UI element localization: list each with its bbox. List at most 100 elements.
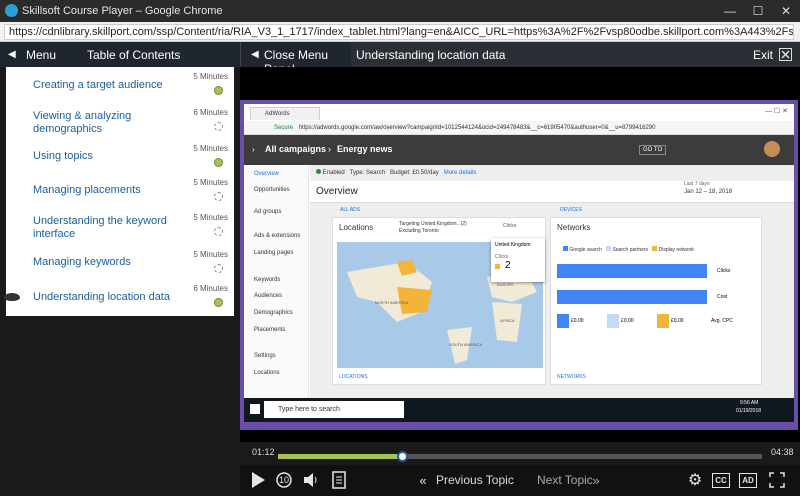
toc-item[interactable]: Viewing & analyzing demographics 6 Minut… (6, 108, 234, 142)
toc-item-duration: 5 Minutes (193, 144, 228, 153)
adw-nav-item: Locations (254, 370, 280, 376)
toc-item-duration: 5 Minutes (193, 213, 228, 222)
window-title: Skillsoft Course Player – Google Chrome (22, 5, 223, 17)
menu-arrow-icon[interactable]: ◀ (8, 49, 16, 60)
adwords-sidebar: Overview Opportunities Ad groups Ads & e… (244, 165, 309, 398)
toc-item-duration: 5 Minutes (193, 178, 228, 187)
previous-topic-icon[interactable]: « (412, 469, 434, 491)
adwords-main: Enabled Type: Search Budget: £0.50/day M… (310, 165, 794, 398)
locations-title: Locations (339, 223, 374, 232)
time-total: 04:38 (771, 447, 794, 457)
close-menu-panel-button[interactable]: ◀ Close Menu Panel (240, 42, 351, 76)
networks-card: Networks Google search Search partners D… (550, 217, 762, 385)
seek-thumb[interactable] (397, 451, 409, 462)
play-icon[interactable] (246, 469, 268, 491)
tooltip-swatch (495, 264, 500, 269)
current-topic-title: Understanding location data (356, 48, 506, 62)
network-value: £0.00 (621, 318, 634, 324)
adw-nav-item: Demographics (254, 310, 293, 316)
seek-track[interactable] (278, 451, 762, 462)
network-bar (557, 314, 569, 328)
adw-nav-item: Landing pages (254, 250, 294, 256)
fullscreen-icon[interactable] (766, 469, 788, 491)
goto-label: GO TO (639, 145, 667, 155)
toc-header: ◀ Menu Table of Contents (0, 42, 240, 67)
incomplete-status-icon (214, 122, 223, 131)
secure-label: Secure (274, 125, 294, 131)
toc-list: Creating a target audience 5 Minutes Vie… (4, 67, 234, 318)
adw-nav-item: Ads & extensions (254, 233, 301, 239)
toc-item[interactable]: Using topics 5 Minutes (6, 144, 234, 178)
next-topic-icon[interactable]: » (585, 469, 607, 491)
map-label: EUROPE (497, 282, 514, 287)
transcript-icon[interactable] (328, 469, 350, 491)
video-frame[interactable]: AdWords — ☐ ✕ Secure https://adwords.goo… (240, 100, 798, 430)
toc-item-title[interactable]: Viewing & analyzing demographics (33, 110, 183, 136)
locations-card: Locations Targeting United Kingdom...(2)… (332, 217, 546, 385)
window-close-button[interactable]: ✕ (772, 0, 800, 22)
adw-nav-item: Opportunities (254, 187, 290, 193)
toc-item-title[interactable]: Managing placements (33, 184, 183, 197)
adw-nav-item: Overview (254, 171, 280, 177)
adw-nav-item: Settings (254, 353, 276, 359)
windows-start-icon (250, 404, 260, 414)
toc-item-title[interactable]: Using topics (33, 150, 183, 163)
url-field[interactable]: https://cdnlibrary.skillport.com/ssp/Con… (4, 23, 794, 40)
networks-link: NETWORKS (557, 374, 586, 380)
map-label: SOUTH AMERICA (449, 342, 483, 347)
video-taskbar: Type here to search 9:56 AM 01/19/2018 (244, 398, 794, 422)
toc-item[interactable]: Understanding the keyword interface 5 Mi… (6, 213, 234, 247)
time-current: 01:12 (252, 447, 275, 457)
toc-item-title[interactable]: Understanding location data (33, 291, 183, 304)
minimize-button[interactable]: — (716, 0, 744, 22)
avatar (764, 141, 780, 157)
seek-fill (278, 454, 404, 459)
toc-item-duration: 6 Minutes (193, 284, 228, 293)
breadcrumb-campaign: Energy news (337, 144, 393, 154)
toc-item-title[interactable]: Understanding the keyword interface (33, 215, 183, 241)
complete-status-icon (214, 86, 223, 95)
tooltip-country: United Kingdom (495, 242, 531, 248)
address-bar[interactable]: https://cdnlibrary.skillport.com/ssp/Con… (0, 22, 800, 42)
topic-header: Understanding location data Exit (351, 42, 800, 67)
chrome-app-icon (5, 4, 18, 17)
network-metric: Avg. CPC (711, 318, 733, 324)
close-box-icon[interactable] (779, 48, 792, 61)
exit-button[interactable]: Exit (753, 48, 773, 62)
network-bar (657, 314, 669, 328)
progress-area: 01:12 04:38 (240, 443, 800, 465)
toc-item-duration: 6 Minutes (193, 108, 228, 117)
network-value: £0.00 (571, 318, 584, 324)
adwords-header: › All campaigns › Energy news GO TO (244, 135, 794, 165)
audio-description-button[interactable]: AD (739, 473, 757, 488)
toc-item-current[interactable]: Understanding location data 6 Minutes (4, 284, 234, 318)
date-range: Jan 12 – 18, 2018 (684, 189, 733, 195)
menu-button[interactable]: Menu (26, 48, 56, 62)
incomplete-status-icon (214, 227, 223, 236)
toc-item-title[interactable]: Managing keywords (33, 256, 183, 269)
volume-icon[interactable] (300, 469, 322, 491)
gear-icon[interactable]: ⚙ (684, 469, 706, 491)
replay-10-icon[interactable]: 10 (273, 469, 295, 491)
previous-topic-button[interactable]: Previous Topic (436, 473, 514, 487)
taskbar-time: 9:56 AM (740, 400, 759, 406)
toc-item[interactable]: Managing placements 5 Minutes (6, 178, 234, 212)
clicks-dropdown: Clicks (503, 223, 517, 229)
current-topic-pointer-icon (4, 293, 20, 301)
toc-item-title[interactable]: Creating a target audience (33, 79, 183, 92)
video-browser-tab: AdWords (250, 107, 320, 120)
network-metric: Clicks (717, 268, 731, 274)
all-ads-link: ALL ADS (340, 207, 361, 213)
cc-button[interactable]: CC (712, 473, 730, 488)
date-range-label: Last 7 days (684, 181, 710, 187)
network-bar (607, 314, 619, 328)
toc-item[interactable]: Managing keywords 5 Minutes (6, 250, 234, 284)
player-controls: 10 « Previous Topic Next Topic » ⚙ CC AD (240, 465, 800, 496)
incomplete-status-icon (214, 192, 223, 201)
locations-link: LOCATIONS (339, 374, 368, 380)
overview-bar: Overview Last 7 days Jan 12 – 18, 2018 (310, 181, 794, 203)
toc-item[interactable]: Creating a target audience 5 Minutes (6, 72, 234, 106)
maximize-button[interactable]: ☐ (744, 0, 772, 22)
adw-nav-item: Audiences (254, 293, 283, 299)
incomplete-status-icon (214, 264, 223, 273)
